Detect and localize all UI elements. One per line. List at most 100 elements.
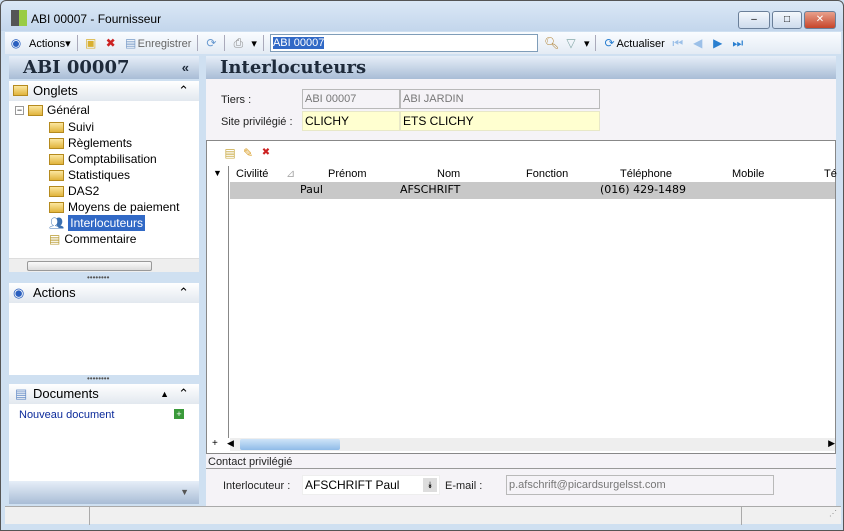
actions-panel [9, 303, 199, 375]
tree-item-interlocuteurs[interactable]: 👥︎ Interlocuteurs [49, 215, 145, 231]
scrollbar-thumb[interactable] [240, 439, 340, 450]
toolbar: ◉ Actions▾ ▣ ✖ ▤Enregistrer ⟳ ⎙ ▾ ABI 000… [5, 32, 841, 54]
tree-item-statistiques[interactable]: Statistiques [49, 167, 130, 183]
first-record-icon[interactable]: ⏮ [671, 36, 685, 50]
new-document-link[interactable]: Nouveau document [19, 409, 114, 421]
more-icon[interactable]: ▼ [180, 487, 189, 497]
record-header: ABI 00007 « [9, 56, 199, 79]
folder-icon [49, 137, 64, 149]
note-icon: ▤ [49, 232, 61, 246]
add-icon[interactable]: + [174, 409, 184, 419]
scrollbar-thumb[interactable] [27, 261, 152, 271]
add-record-icon[interactable]: ▤ [223, 146, 237, 160]
close-button[interactable]: ✕ [804, 11, 836, 29]
scroll-right-icon[interactable]: ▶ [828, 438, 835, 449]
collapse-icon[interactable]: ⌃ [178, 81, 189, 101]
filter-icon[interactable]: ▽ [564, 36, 578, 50]
tabs-tree: − Général Suivi Règlements Comptabilisati… [9, 101, 199, 258]
delete-icon[interactable]: ✖ [104, 36, 118, 50]
search-icon[interactable]: 🔍︎ [544, 36, 559, 50]
section-header: Interlocuteurs [206, 56, 836, 79]
collapse-panel-button[interactable]: « [182, 56, 189, 79]
column-header-telephone[interactable]: Téléphone [620, 166, 672, 182]
section-title: Interlocuteurs [220, 57, 367, 78]
scroll-left-icon[interactable]: ◀ [227, 438, 234, 449]
tree-item-general[interactable]: − Général [15, 102, 90, 118]
tree-item-commentaire[interactable]: ▤ Commentaire [49, 231, 136, 247]
documents-header[interactable]: ▤ Documents ▲ ⌃ [9, 384, 199, 404]
print-icon[interactable]: ⎙ [231, 36, 245, 50]
interlocuteur-select[interactable]: AFSCHRIFT Paul ⯯ [302, 475, 440, 495]
cell-telephone: (016) 429-1489 [600, 183, 687, 196]
column-chooser-icon[interactable]: ▼ [213, 168, 222, 178]
collapse-icon[interactable]: ⌃ [178, 384, 189, 404]
minimize-button[interactable]: – [738, 11, 770, 29]
onglets-header[interactable]: Onglets ⌃ [9, 81, 199, 101]
actions-header[interactable]: ◉ Actions ⌃ [9, 283, 199, 303]
grid-horizontal-scrollbar[interactable]: + ◀ ▶ [212, 438, 835, 451]
document-icon: ▤ [15, 386, 28, 401]
tree-horizontal-scrollbar[interactable] [9, 258, 199, 272]
window: ABI 00007 - Fournisseur – □ ✕ ◉ Actions▾… [0, 0, 844, 531]
expand-icon[interactable]: + [212, 438, 218, 449]
cell-nom: AFSCHRIFT [400, 183, 461, 196]
next-record-icon[interactable]: ▶ [711, 36, 725, 50]
resize-grip-icon[interactable]: ⋰ [829, 509, 837, 518]
tiers-label: Tiers : [221, 94, 252, 106]
tree-item-suivi[interactable]: Suivi [49, 119, 94, 135]
tiers-code-field: ABI 00007 [302, 89, 400, 109]
print-dropdown[interactable]: ▾ [251, 37, 257, 50]
tiers-name-field: ABI JARDIN [400, 89, 600, 109]
record-title: ABI 00007 [23, 57, 130, 78]
panel-footer: ▼ [9, 481, 199, 504]
filter-dropdown[interactable]: ▾ [584, 37, 590, 50]
column-header-nom[interactable]: Nom [437, 166, 460, 182]
folder-icon [13, 85, 28, 96]
folder-icon [49, 185, 64, 197]
title-bar: ABI 00007 - Fournisseur – □ ✕ [1, 1, 843, 31]
last-record-icon[interactable]: ⏭ [731, 36, 745, 50]
window-title: ABI 00007 - Fournisseur [31, 12, 162, 26]
splitter-handle[interactable]: •••••••• [87, 374, 109, 383]
site-label: Site privilégié : [221, 116, 293, 128]
app-icon [11, 10, 27, 26]
actions-menu[interactable]: Actions▾ [29, 37, 71, 50]
column-header-civilite[interactable]: Civilité [236, 166, 268, 182]
delete-record-icon[interactable]: ✖ [259, 146, 273, 160]
column-header-fonction[interactable]: Fonction [526, 166, 568, 182]
dropdown-icon[interactable]: ⯯ [423, 478, 437, 492]
contact-divider [206, 461, 836, 469]
folder-icon [49, 153, 64, 165]
column-header-te[interactable]: Té [824, 166, 837, 182]
maximize-button[interactable]: □ [772, 11, 802, 29]
column-header-mobile[interactable]: Mobile [732, 166, 764, 182]
search-input[interactable]: ABI 00007 [269, 34, 538, 52]
grid-header: Civilité ⊿ Prénom Nom Fonction Téléphone … [230, 166, 837, 182]
cell-prenom: Paul [300, 183, 323, 196]
tree-item-das2[interactable]: DAS2 [49, 183, 99, 199]
refresh-button[interactable]: ⟳ Actualiser [602, 36, 664, 50]
tree-item-reglements[interactable]: Règlements [49, 135, 132, 151]
move-up-icon[interactable]: ▲ [160, 384, 169, 404]
previous-record-icon[interactable]: ◀ [691, 36, 705, 50]
save-button[interactable]: ▤Enregistrer [124, 36, 191, 50]
tree-item-moyens-de-paiement[interactable]: Moyens de paiement [49, 199, 179, 215]
collapse-toggle[interactable]: − [15, 105, 24, 115]
target-icon[interactable]: ◉ [9, 36, 23, 50]
tree-item-comptabilisation[interactable]: Comptabilisation [49, 151, 157, 167]
contacts-icon: 👥︎ [49, 216, 65, 230]
refresh-icon: ⟳ [604, 36, 615, 50]
new-icon[interactable]: ▣ [84, 36, 98, 50]
column-header-prenom[interactable]: Prénom [328, 166, 367, 182]
email-label: E-mail : [445, 480, 483, 492]
collapse-icon[interactable]: ⌃ [178, 283, 189, 303]
folder-icon [49, 169, 64, 181]
separator [224, 35, 226, 51]
table-row[interactable]: Paul AFSCHRIFT (016) 429-1489 [230, 182, 835, 199]
separator [595, 35, 597, 51]
edit-record-icon[interactable]: ✎ [241, 146, 255, 160]
site-code-field[interactable]: CLICHY [302, 111, 400, 131]
splitter-handle[interactable]: •••••••• [87, 273, 109, 282]
target-icon: ◉ [13, 285, 25, 300]
sync-icon[interactable]: ⟳ [204, 36, 218, 50]
